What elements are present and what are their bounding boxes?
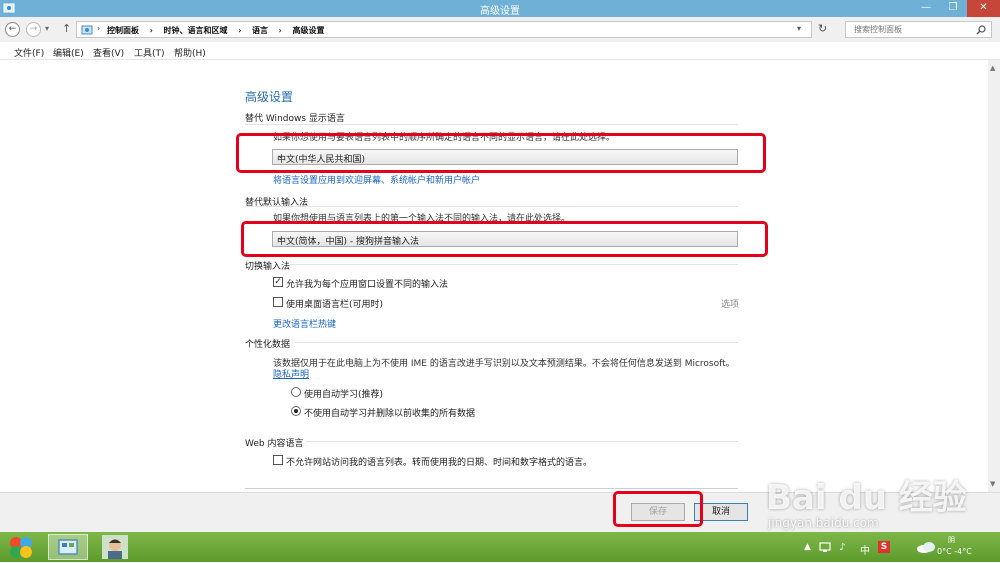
vertical-scrollbar[interactable]: ▲ ▼ xyxy=(988,60,1000,492)
no-auto-learning-radio[interactable] xyxy=(291,406,301,416)
desktop-langbar-checkbox[interactable] xyxy=(273,297,283,307)
taskbar: ▲ ♪ 中 S 阴 0°C -4°C xyxy=(0,532,1000,562)
highlight-display-language xyxy=(236,133,766,173)
control-panel-icon xyxy=(81,25,93,35)
menu-help[interactable]: 帮助(H) xyxy=(174,46,206,59)
minimize-button[interactable]: — xyxy=(913,0,939,17)
highlight-save-button xyxy=(613,491,703,527)
breadcrumb-item[interactable]: 控制面板 xyxy=(107,26,139,35)
breadcrumb-separator-icon: › xyxy=(277,26,283,35)
section-divider xyxy=(306,441,738,442)
network-icon[interactable] xyxy=(819,541,831,553)
forward-arrow-icon: → xyxy=(29,24,38,34)
restore-button[interactable]: ❐ xyxy=(940,0,966,17)
volume-icon[interactable]: ♪ xyxy=(839,542,845,553)
sogou-ime-icon[interactable]: S xyxy=(878,541,890,553)
menu-file[interactable]: 文件(F) xyxy=(14,46,44,59)
back-button[interactable]: ← xyxy=(5,22,20,37)
web-language-list-checkbox[interactable] xyxy=(273,455,283,465)
breadcrumb: 控制面板 › 时钟、语言和区域 › 语言 › 高级设置 xyxy=(107,25,324,36)
breadcrumb-separator-icon: › xyxy=(237,26,243,35)
menu-bar: 文件(F) 编辑(E) 查看(V) 工具(T) 帮助(H) xyxy=(0,42,1000,60)
apply-welcome-screen-link[interactable]: 将语言设置应用到欢迎屏幕、系统帐户和新用户帐户 xyxy=(273,173,480,186)
web-language-list-label: 不允许网站访问我的语言列表。转而使用我的日期、时间和数字格式的语言。 xyxy=(286,458,593,468)
section-divider xyxy=(245,206,738,207)
menu-edit[interactable]: 编辑(E) xyxy=(53,46,84,59)
settings-content: 高级设置 替代 Windows 显示语言 如果你想使用与要表语言列表中的顺序所确… xyxy=(0,60,988,492)
highlight-input-method xyxy=(241,221,768,257)
address-bar[interactable]: › 控制面板 › 时钟、语言和区域 › 语言 › 高级设置 ▾ xyxy=(76,21,812,38)
scroll-up-icon[interactable]: ▲ xyxy=(990,64,995,72)
address-toolbar: ← → ▾ ↑ › 控制面板 › 时钟、语言和区域 › 语言 › 高级设置 ▾ … xyxy=(0,17,1000,42)
baidu-jingyan-watermark-logo: Bai du 经验 xyxy=(766,478,967,518)
avatar xyxy=(102,535,128,559)
start-orb-icon xyxy=(10,537,32,558)
breadcrumb-item[interactable]: 高级设置 xyxy=(292,26,324,35)
page-title: 高级设置 xyxy=(245,90,294,104)
recent-pages-chevron-icon[interactable]: ▾ xyxy=(45,24,49,33)
section-divider xyxy=(245,124,738,125)
desktop-langbar-label: 使用桌面语言栏(可用时) xyxy=(286,300,384,310)
taskbar-app-avatar[interactable] xyxy=(96,534,136,560)
change-hotkey-link[interactable]: 更改语言栏热键 xyxy=(273,317,336,330)
no-auto-learning-label: 不使用自动学习并删除以前收集的所有数据 xyxy=(304,409,476,419)
search-input[interactable] xyxy=(846,22,971,37)
weather-condition: 阴 xyxy=(948,536,955,544)
per-app-input-checkbox[interactable]: ✓ xyxy=(273,277,283,287)
forward-button[interactable]: → xyxy=(26,22,41,37)
start-button[interactable] xyxy=(6,534,42,560)
taskbar-control-panel[interactable] xyxy=(48,534,88,560)
window-title: 高级设置 xyxy=(480,6,520,17)
display-language-section-title: 替代 Windows 显示语言 xyxy=(245,114,345,124)
breadcrumb-item[interactable]: 时钟、语言和区域 xyxy=(163,26,227,35)
personal-data-description: 该数据仅用于在此电脑上为不使用 IME 的语言改进手写识别以及文本预测结果。不会… xyxy=(273,359,735,369)
switch-input-section-title: 切换输入法 xyxy=(245,262,291,272)
web-content-section-title: Web 内容语言 xyxy=(245,439,304,449)
section-divider xyxy=(290,264,738,265)
personal-data-section-title: 个性化数据 xyxy=(245,340,291,350)
show-hidden-icons-icon[interactable]: ▲ xyxy=(804,542,811,552)
refresh-icon[interactable]: ↻ xyxy=(818,22,827,35)
scroll-down-icon[interactable]: ▼ xyxy=(990,480,995,488)
close-button[interactable]: ✕ xyxy=(967,0,1000,17)
langbar-options-link[interactable]: 选项 xyxy=(721,297,739,310)
ime-indicator[interactable]: 中 xyxy=(860,542,870,557)
menu-tools[interactable]: 工具(T) xyxy=(134,46,165,59)
search-icon[interactable] xyxy=(976,25,986,35)
per-app-input-label: 允许我为每个应用窗口设置不同的输入法 xyxy=(286,280,449,290)
breadcrumb-chevron-icon[interactable]: › xyxy=(97,24,100,33)
up-arrow-icon[interactable]: ↑ xyxy=(62,22,71,35)
weather-cloud-icon[interactable] xyxy=(916,540,936,554)
section-divider xyxy=(292,342,738,343)
address-dropdown-icon[interactable]: ▾ xyxy=(797,24,801,33)
auto-learning-label: 使用自动学习(推荐) xyxy=(304,390,384,400)
control-panel-icon xyxy=(58,539,78,555)
breadcrumb-item[interactable]: 语言 xyxy=(252,26,268,35)
breadcrumb-separator-icon: › xyxy=(148,26,154,35)
privacy-statement-link[interactable]: 隐私声明 xyxy=(273,367,309,380)
bottom-divider xyxy=(245,488,738,489)
menu-view[interactable]: 查看(V) xyxy=(93,46,124,59)
weather-temperature: 0°C -4°C xyxy=(937,547,972,556)
auto-learning-radio[interactable] xyxy=(291,387,301,397)
search-box xyxy=(845,21,992,38)
baidu-jingyan-watermark-url: jingyan.baidu.com xyxy=(768,516,879,530)
back-arrow-icon: ← xyxy=(8,24,17,34)
title-bar: 高级设置 — ❐ ✕ xyxy=(0,0,1000,17)
